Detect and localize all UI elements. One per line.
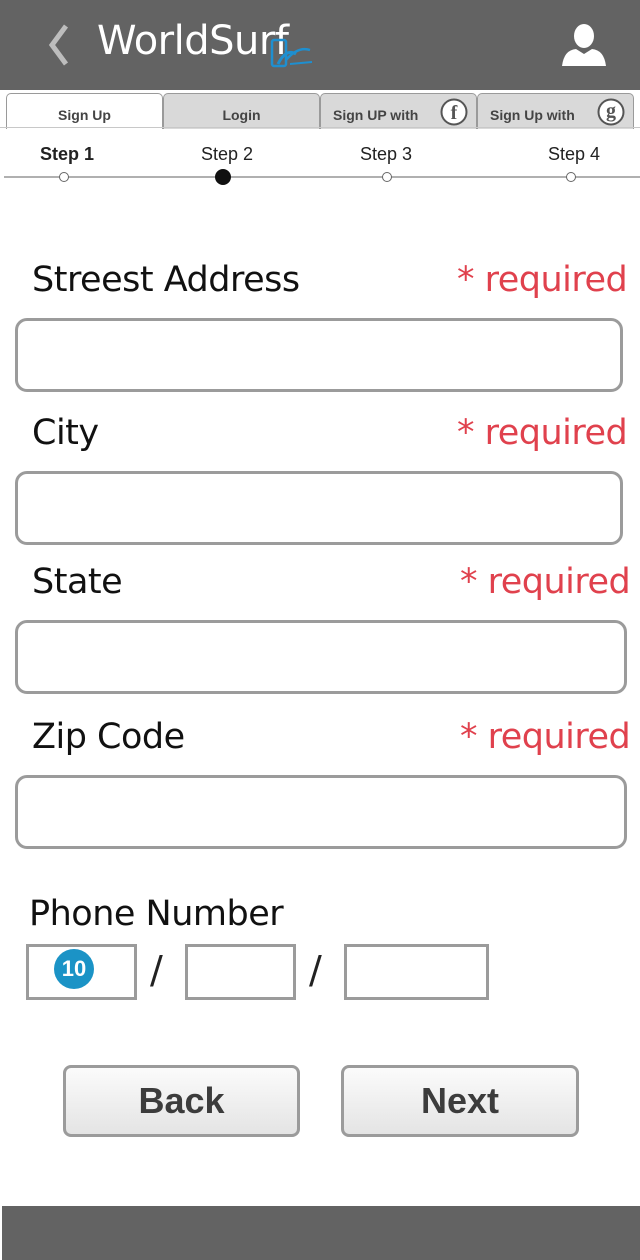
- chevron-left-icon[interactable]: [42, 20, 78, 70]
- svg-text:g: g: [606, 100, 616, 122]
- city-label: City: [32, 413, 99, 453]
- step-2-label: Step 2: [201, 144, 254, 164]
- tabs-divider: [0, 127, 640, 128]
- zip-code-label: Zip Code: [32, 717, 185, 757]
- step-4-label: Step 4: [548, 144, 601, 164]
- step-3-dot[interactable]: [382, 172, 392, 182]
- back-button[interactable]: Back: [63, 1065, 300, 1137]
- phone-prefix-input[interactable]: [185, 944, 296, 1000]
- phone-number-label: Phone Number: [29, 894, 284, 934]
- phone-separator: /: [309, 948, 322, 992]
- app-header: WorldSurf: [0, 0, 640, 90]
- step-2-dot-current[interactable]: [215, 169, 231, 185]
- google-icon: g: [597, 98, 625, 126]
- required-indicator: * required: [457, 413, 628, 453]
- city-input[interactable]: [15, 471, 623, 545]
- street-address-label: Streest Address: [32, 260, 300, 300]
- next-button[interactable]: Next: [341, 1065, 579, 1137]
- phone-line-number-input[interactable]: [344, 944, 489, 1000]
- tab-sign-up-google[interactable]: Sign Up with g: [477, 93, 634, 129]
- footer-bar: [2, 1206, 640, 1260]
- step-3-label: Step 3: [360, 144, 413, 164]
- step-4-dot[interactable]: [566, 172, 576, 182]
- annotation-badge: 10: [54, 949, 94, 989]
- tab-label: Sign Up: [58, 107, 111, 123]
- tab-sign-up[interactable]: Sign Up: [6, 93, 163, 129]
- auth-tabs: Sign Up Login Sign UP with f Sign Up wit…: [0, 90, 640, 130]
- tab-label: Sign Up with: [490, 107, 575, 123]
- tab-login[interactable]: Login: [163, 93, 320, 129]
- device-wave-logo-icon: [270, 38, 313, 68]
- tab-sign-up-facebook[interactable]: Sign UP with f: [320, 93, 477, 129]
- step-1-dot[interactable]: [59, 172, 69, 182]
- user-profile-icon[interactable]: [560, 22, 608, 68]
- state-input[interactable]: [15, 620, 627, 694]
- zip-code-input[interactable]: [15, 775, 627, 849]
- required-indicator: * required: [457, 260, 628, 300]
- app-title: WorldSurf: [97, 18, 289, 64]
- facebook-icon: f: [440, 98, 468, 126]
- tab-label: Login: [222, 107, 261, 123]
- step-track: [4, 176, 640, 178]
- state-label: State: [32, 562, 123, 602]
- street-address-input[interactable]: [15, 318, 623, 392]
- required-indicator: * required: [460, 562, 631, 602]
- required-indicator: * required: [460, 717, 631, 757]
- tab-label: Sign UP with: [333, 107, 419, 123]
- phone-separator: /: [150, 948, 163, 992]
- step-1-label: Step 1: [40, 144, 95, 164]
- svg-text:f: f: [451, 102, 458, 124]
